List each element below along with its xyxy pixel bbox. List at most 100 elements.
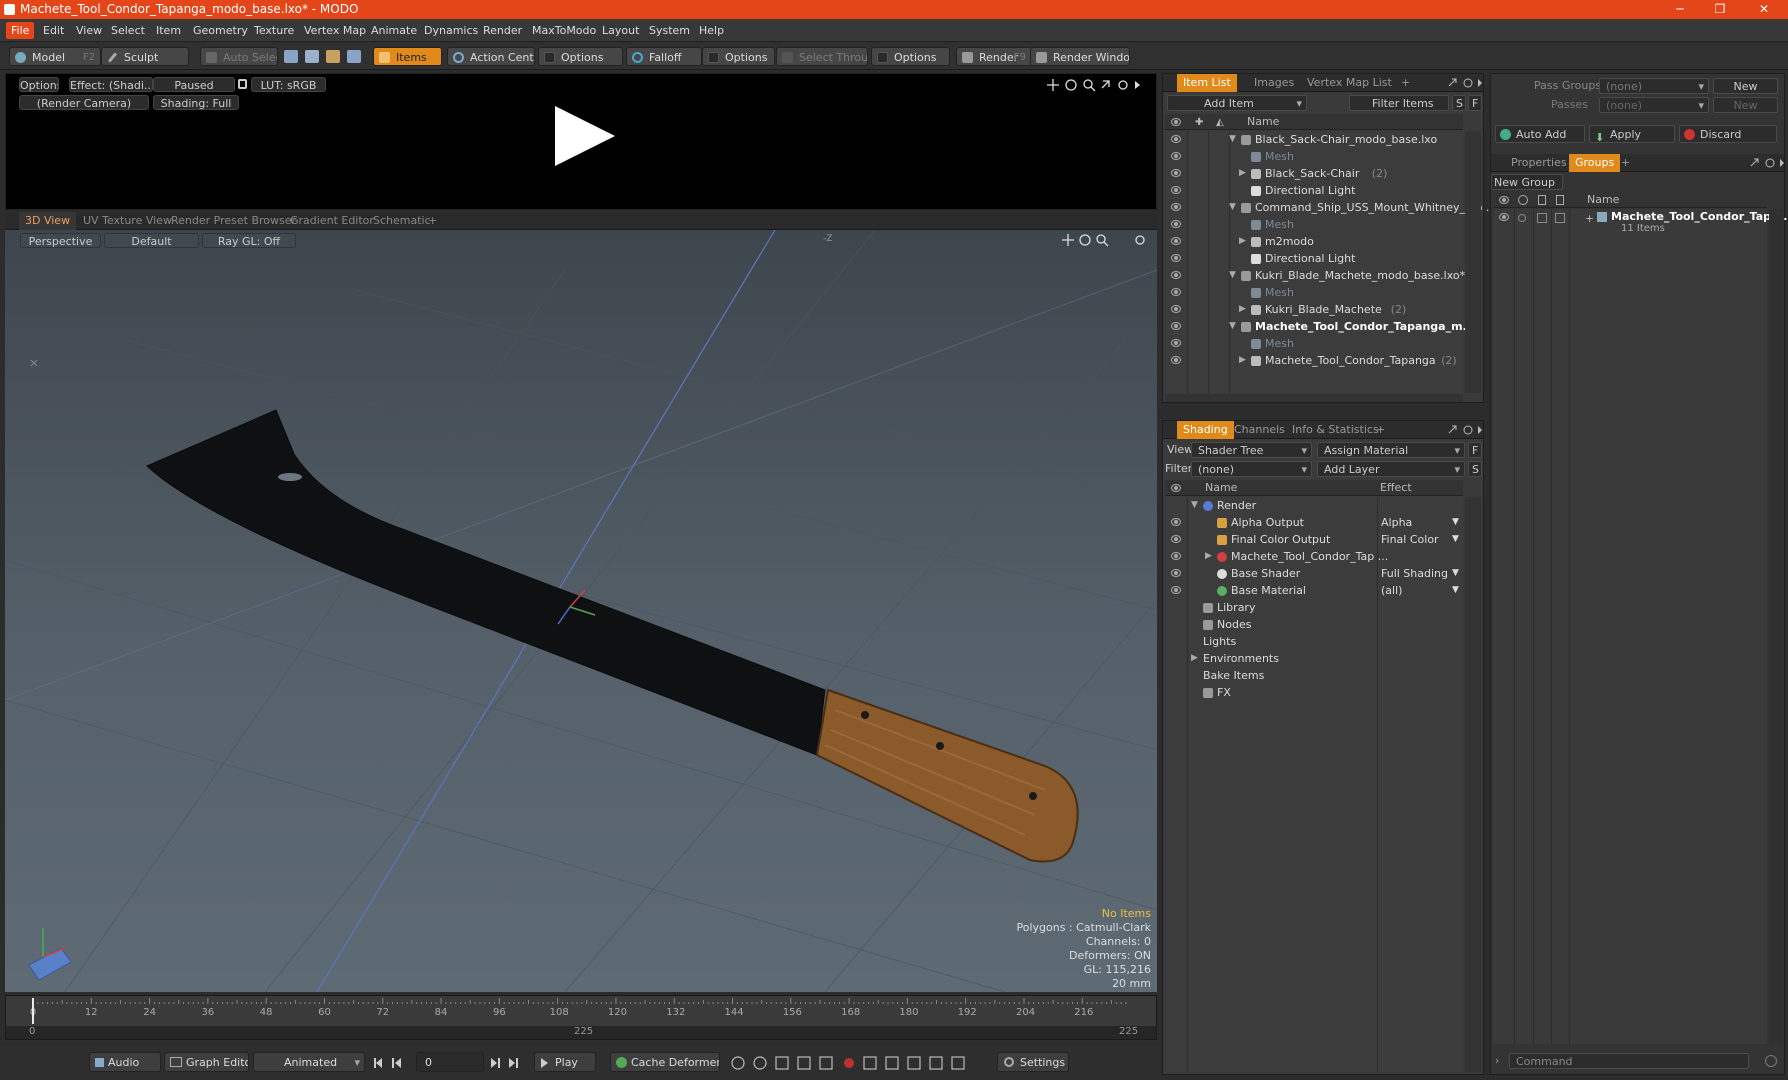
lock-icon[interactable]: [238, 79, 247, 89]
tab-properties[interactable]: Properties: [1505, 154, 1573, 172]
filter-s-button[interactable]: S: [1452, 95, 1466, 111]
tab-shading[interactable]: Shading: [1177, 421, 1234, 439]
default-style-dropdown[interactable]: Default: [104, 233, 199, 248]
timeline-ruler[interactable]: 0122436486072849610812013214415616818019…: [6, 996, 1156, 1026]
maximize-icon[interactable]: [1101, 80, 1110, 89]
shading-s-button[interactable]: S: [1468, 461, 1482, 477]
play-preview-icon[interactable]: [555, 106, 615, 166]
maximize-icon[interactable]: [1448, 78, 1457, 87]
play-button[interactable]: Play: [534, 1052, 596, 1072]
item-row[interactable]: Mesh: [1165, 216, 1463, 233]
new-pass-button[interactable]: New: [1713, 97, 1778, 113]
add-tab-button[interactable]: +: [422, 212, 443, 230]
shader-row[interactable]: Final Color Output Final Color ▼: [1165, 531, 1463, 548]
arrow-right-icon[interactable]: [1478, 79, 1482, 87]
expand-arrow-icon[interactable]: ▶: [1239, 352, 1246, 369]
item-row[interactable]: Directional Light: [1165, 250, 1463, 267]
view-dropdown[interactable]: Shader Tree: [1191, 442, 1312, 458]
previous-key-icon[interactable]: [392, 1058, 401, 1068]
item-row[interactable]: Mesh: [1165, 284, 1463, 301]
key-step-back-icon[interactable]: [885, 1056, 899, 1070]
render-toggle-icon[interactable]: [1518, 214, 1526, 222]
visibility-toggle-icon[interactable]: [1171, 518, 1181, 526]
menu-layout[interactable]: Layout: [597, 22, 644, 39]
menu-animate[interactable]: Animate: [366, 22, 422, 39]
maximize-icon[interactable]: [1448, 425, 1457, 434]
visibility-toggle-icon[interactable]: [1171, 220, 1181, 228]
chevron-down-icon[interactable]: ▼: [1452, 531, 1459, 548]
item-row[interactable]: ▼ Machete_Tool_Condor_Tapanga_m...: [1165, 318, 1475, 335]
action-center-options-button[interactable]: Options: [538, 47, 623, 66]
visibility-toggle-icon[interactable]: [1171, 305, 1181, 313]
menu-texture[interactable]: Texture: [249, 22, 299, 39]
auto-select-button[interactable]: Auto Select: [200, 47, 278, 66]
filter-items-field[interactable]: Filter Items: [1349, 95, 1449, 111]
rotate-icon[interactable]: [1065, 79, 1077, 91]
shader-row[interactable]: FX: [1165, 684, 1463, 701]
tab-render-preset-browser[interactable]: Render Preset Browser: [165, 212, 302, 230]
edges-mode-icon[interactable]: [305, 50, 319, 63]
go-to-start-icon[interactable]: [374, 1058, 382, 1068]
menu-dynamics[interactable]: Dynamics: [419, 22, 483, 39]
select-through-options-button[interactable]: Options: [871, 47, 950, 66]
item-row[interactable]: ▶ m2modo: [1165, 233, 1463, 250]
cache-deformers-button[interactable]: Cache Deformers: [610, 1052, 720, 1072]
groups-scrollbar[interactable]: [1769, 209, 1783, 1044]
lut-dropdown[interactable]: LUT: sRGB: [251, 77, 326, 92]
model-mode-button[interactable]: Model F2: [9, 47, 101, 66]
shader-row[interactable]: Nodes: [1165, 616, 1463, 633]
polygons-mode-icon[interactable]: [326, 50, 340, 63]
command-input[interactable]: Command: [1509, 1053, 1749, 1069]
gear-icon[interactable]: [1765, 158, 1775, 168]
graph-editor-button[interactable]: Graph Editor: [164, 1052, 249, 1072]
select-toggle-icon[interactable]: [1555, 213, 1565, 223]
vertices-mode-icon[interactable]: [284, 50, 298, 63]
render-camera-dropdown[interactable]: (Render Camera): [19, 95, 149, 110]
item-row[interactable]: ▼ Black_Sack-Chair_modo_base.lxo: [1165, 131, 1463, 148]
menu-item[interactable]: Item: [151, 22, 186, 39]
close-button[interactable]: ✕: [1744, 0, 1784, 19]
menu-view[interactable]: View: [71, 22, 107, 39]
discard-button[interactable]: Discard: [1679, 125, 1777, 143]
command-history-icon[interactable]: [1765, 1055, 1777, 1067]
visibility-toggle-icon[interactable]: [1171, 169, 1181, 177]
visibility-toggle-icon[interactable]: [1171, 186, 1181, 194]
expand-icon[interactable]: +: [1585, 212, 1594, 225]
next-key-icon[interactable]: [491, 1058, 500, 1068]
visibility-toggle-icon[interactable]: [1171, 586, 1181, 594]
key-bake-icon[interactable]: [929, 1056, 943, 1070]
tab-groups[interactable]: Groups: [1569, 154, 1621, 172]
zoom-icon[interactable]: [1096, 234, 1106, 244]
preview-paused-toggle[interactable]: Paused: [153, 77, 235, 92]
tab-item-list[interactable]: Item List: [1177, 74, 1237, 92]
expand-arrow-icon[interactable]: ▶: [1239, 165, 1246, 182]
apply-button[interactable]: ⬇ Apply: [1589, 125, 1675, 143]
assign-material-dropdown[interactable]: Assign Material: [1317, 442, 1465, 458]
timeline-range-bar[interactable]: 0 225 225: [6, 1026, 1156, 1039]
key-step-forward-icon[interactable]: [907, 1056, 921, 1070]
3d-viewport[interactable]: Perspective Default Ray GL: Off -Z No It…: [5, 230, 1157, 992]
gear-icon[interactable]: [1135, 235, 1145, 245]
pass-groups-dropdown[interactable]: (none): [1599, 78, 1709, 94]
shading-dropdown[interactable]: Shading: Full: [153, 95, 239, 110]
new-group-button[interactable]: New Group: [1491, 174, 1563, 190]
visibility-toggle-icon[interactable]: [1171, 237, 1181, 245]
filter-dropdown[interactable]: (none): [1191, 461, 1312, 477]
maximize-button[interactable]: ❐: [1700, 0, 1740, 19]
visibility-toggle-icon[interactable]: [1171, 254, 1181, 262]
tab-uv-texture-view[interactable]: UV Texture View: [77, 212, 178, 230]
autokey-icon[interactable]: [731, 1056, 745, 1070]
visibility-toggle-icon[interactable]: [1171, 552, 1181, 560]
expand-arrow-icon[interactable]: ▶: [1239, 233, 1246, 250]
falloff-button[interactable]: Falloff: [626, 47, 702, 66]
shader-row[interactable]: Base Shader Full Shading ▼: [1165, 565, 1463, 582]
move-icon[interactable]: [1047, 79, 1059, 91]
visibility-toggle-icon[interactable]: [1171, 203, 1181, 211]
shader-row[interactable]: Bake Items: [1165, 667, 1463, 684]
tab-3d-view[interactable]: 3D View: [19, 212, 77, 230]
perspective-dropdown[interactable]: Perspective: [20, 233, 101, 248]
render-window-button[interactable]: Render Window: [1030, 47, 1130, 66]
render-button[interactable]: Render F9: [956, 47, 1032, 66]
item-row[interactable]: ▶ Machete_Tool_Condor_Tapanga (2): [1165, 352, 1463, 369]
item-row[interactable]: ▶ Kukri_Blade_Machete (2): [1165, 301, 1463, 318]
